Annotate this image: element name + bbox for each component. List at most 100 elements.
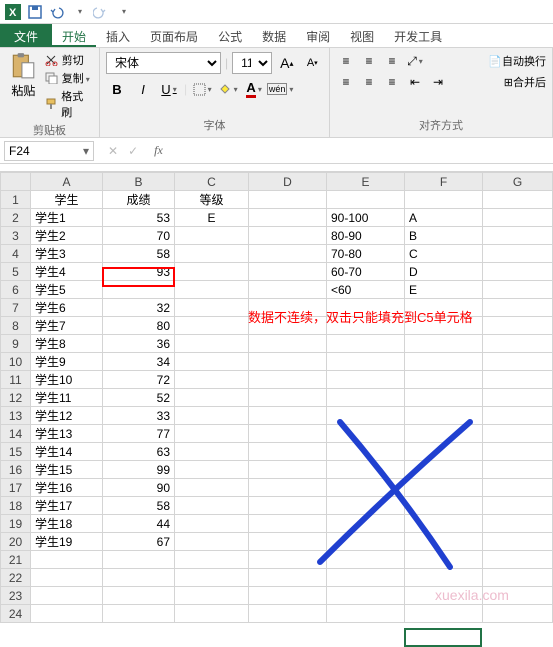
col-header-A[interactable]: A [31, 173, 103, 191]
row-header[interactable]: 15 [1, 443, 31, 461]
italic-button[interactable]: I [132, 78, 154, 100]
cell[interactable] [175, 317, 249, 335]
cell[interactable]: E [405, 281, 483, 299]
worksheet-grid[interactable]: ABCDEFG 1学生成绩等级2学生153E90-100A3学生27080-90… [0, 172, 553, 623]
cell[interactable] [175, 461, 249, 479]
cell[interactable]: 学生9 [31, 353, 103, 371]
cell[interactable]: 60-70 [327, 263, 405, 281]
cell[interactable] [175, 443, 249, 461]
align-left-icon[interactable]: ≡ [336, 73, 356, 91]
cell[interactable] [483, 371, 553, 389]
row-header[interactable]: 6 [1, 281, 31, 299]
cell[interactable]: 学生6 [31, 299, 103, 317]
cell[interactable]: 学生 [31, 191, 103, 209]
row-header[interactable]: 11 [1, 371, 31, 389]
row-header[interactable]: 5 [1, 263, 31, 281]
cell[interactable] [175, 353, 249, 371]
cell[interactable]: 90 [103, 479, 175, 497]
cell[interactable] [175, 479, 249, 497]
tab-formulas[interactable]: 公式 [208, 24, 252, 47]
cell[interactable] [483, 317, 553, 335]
cell[interactable] [175, 587, 249, 605]
tab-home[interactable]: 开始 [52, 24, 96, 47]
cell[interactable] [483, 515, 553, 533]
cell[interactable] [249, 461, 327, 479]
cell[interactable]: A [405, 209, 483, 227]
cell[interactable] [103, 551, 175, 569]
align-bottom-icon[interactable]: ≡ [382, 52, 402, 70]
col-header-D[interactable]: D [249, 173, 327, 191]
tab-file[interactable]: 文件 [0, 24, 52, 47]
cell[interactable] [483, 479, 553, 497]
col-header-F[interactable]: F [405, 173, 483, 191]
row-header[interactable]: 21 [1, 551, 31, 569]
cell[interactable]: 学生16 [31, 479, 103, 497]
col-header-B[interactable]: B [103, 173, 175, 191]
cell[interactable] [175, 371, 249, 389]
cell[interactable]: 学生15 [31, 461, 103, 479]
cell[interactable]: 80-90 [327, 227, 405, 245]
cell[interactable]: 44 [103, 515, 175, 533]
col-header-C[interactable]: C [175, 173, 249, 191]
cell[interactable]: 58 [103, 245, 175, 263]
cell[interactable] [483, 569, 553, 587]
cell[interactable]: 学生5 [31, 281, 103, 299]
row-header[interactable]: 19 [1, 515, 31, 533]
row-header[interactable]: 18 [1, 497, 31, 515]
cell[interactable] [483, 245, 553, 263]
cell[interactable]: 学生19 [31, 533, 103, 551]
cell[interactable] [405, 389, 483, 407]
cell[interactable] [175, 515, 249, 533]
cell[interactable] [175, 245, 249, 263]
cell[interactable] [31, 569, 103, 587]
row-header[interactable]: 20 [1, 533, 31, 551]
cell[interactable] [483, 281, 553, 299]
cell[interactable] [175, 299, 249, 317]
cell[interactable] [405, 461, 483, 479]
cell[interactable] [327, 389, 405, 407]
row-header[interactable]: 4 [1, 245, 31, 263]
cell[interactable] [175, 335, 249, 353]
cell[interactable] [483, 443, 553, 461]
cell[interactable] [249, 425, 327, 443]
cell[interactable] [327, 335, 405, 353]
row-header[interactable]: 8 [1, 317, 31, 335]
cell[interactable] [175, 281, 249, 299]
cell[interactable] [327, 569, 405, 587]
row-header[interactable]: 24 [1, 605, 31, 623]
wrap-text-button[interactable]: 📄自动换行 [488, 53, 546, 69]
font-size-select[interactable]: 11 [232, 52, 272, 74]
cell[interactable] [103, 587, 175, 605]
tab-developer[interactable]: 开发工具 [384, 24, 452, 47]
name-box[interactable]: F24▾ [4, 141, 94, 161]
cell[interactable] [327, 497, 405, 515]
cell[interactable]: 53 [103, 209, 175, 227]
cell[interactable]: 77 [103, 425, 175, 443]
fx-icon[interactable]: fx [148, 143, 169, 158]
cell[interactable] [175, 227, 249, 245]
cell[interactable] [405, 497, 483, 515]
cell[interactable] [175, 389, 249, 407]
row-header[interactable]: 16 [1, 461, 31, 479]
cell[interactable] [249, 245, 327, 263]
cell[interactable]: 学生7 [31, 317, 103, 335]
cell[interactable] [249, 371, 327, 389]
cell[interactable] [483, 227, 553, 245]
bold-button[interactable]: B [106, 78, 128, 100]
cell[interactable] [327, 191, 405, 209]
cell[interactable] [405, 479, 483, 497]
increase-font-button[interactable]: A▴ [276, 52, 297, 74]
cell[interactable] [327, 515, 405, 533]
cell[interactable] [175, 425, 249, 443]
underline-button[interactable]: U [158, 78, 180, 100]
cell[interactable] [249, 407, 327, 425]
cell[interactable] [483, 551, 553, 569]
cell[interactable] [103, 569, 175, 587]
cell[interactable]: 72 [103, 371, 175, 389]
paste-button[interactable]: 粘贴 [6, 52, 41, 120]
undo-icon[interactable] [48, 3, 66, 21]
cell[interactable] [405, 443, 483, 461]
row-header[interactable]: 23 [1, 587, 31, 605]
row-header[interactable]: 10 [1, 353, 31, 371]
cell[interactable]: <60 [327, 281, 405, 299]
